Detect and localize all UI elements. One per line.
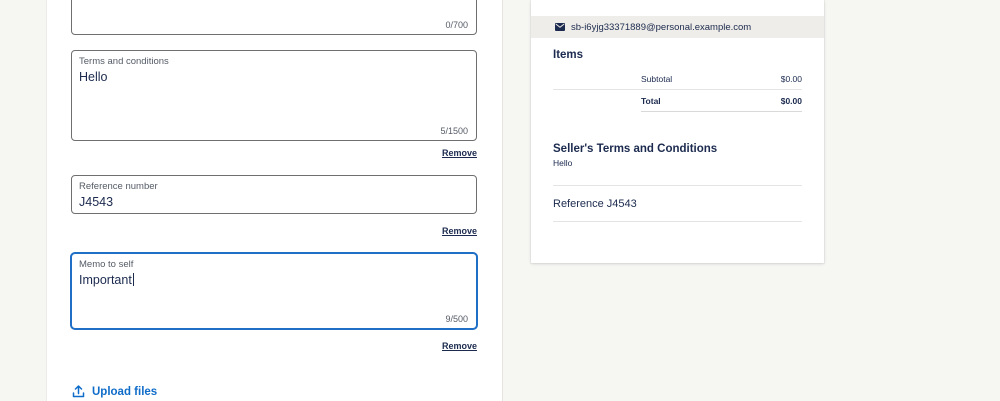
items-heading: Items <box>553 49 584 61</box>
divider <box>553 185 802 186</box>
field-value: Important <box>79 273 132 287</box>
customer-email: sb-i6yjg33371889@personal.example.com <box>571 21 752 33</box>
divider <box>553 221 802 222</box>
seller-terms-text: Hello <box>553 158 573 168</box>
character-counter: 9/500 <box>445 314 468 324</box>
field-value-wrapper: Important <box>79 273 134 287</box>
note-to-customer-field[interactable]: 0/700 <box>71 0 477 35</box>
subtotal-label: Subtotal <box>641 74 673 84</box>
upload-icon <box>72 385 85 398</box>
divider <box>641 111 802 112</box>
field-value: J4543 <box>79 195 114 209</box>
upload-files-button[interactable]: Upload files <box>72 385 157 398</box>
reference-number-field[interactable]: Reference number J4543 <box>71 175 477 214</box>
field-value: Hello <box>79 70 108 84</box>
field-label: Terms and conditions <box>79 56 169 67</box>
customer-email-row: sb-i6yjg33371889@personal.example.com <box>531 16 824 38</box>
invoice-preview-card: sb-i6yjg33371889@personal.example.com It… <box>531 0 824 263</box>
seller-terms-heading: Seller's Terms and Conditions <box>553 143 718 155</box>
memo-to-self-field[interactable]: Memo to self Important 9/500 <box>71 253 477 329</box>
envelope-icon <box>555 23 565 31</box>
remove-reference-button[interactable]: Remove <box>442 226 477 236</box>
total-row: Total $0.00 <box>641 90 802 112</box>
character-counter: 5/1500 <box>440 126 468 136</box>
subtotal-row: Subtotal $0.00 <box>641 68 802 90</box>
remove-terms-button[interactable]: Remove <box>442 148 477 158</box>
subtotal-value: $0.00 <box>780 74 802 84</box>
total-label: Total <box>641 96 661 106</box>
terms-and-conditions-field[interactable]: Terms and conditions Hello 5/1500 <box>71 50 477 141</box>
text-caret <box>132 273 134 286</box>
total-value: $0.00 <box>780 96 802 106</box>
character-counter: 0/700 <box>445 20 468 30</box>
field-label: Memo to self <box>79 259 134 270</box>
upload-files-label: Upload files <box>92 385 158 398</box>
field-label: Reference number <box>79 181 158 192</box>
reference-preview: Reference J4543 <box>553 198 637 210</box>
remove-memo-button[interactable]: Remove <box>442 341 477 351</box>
